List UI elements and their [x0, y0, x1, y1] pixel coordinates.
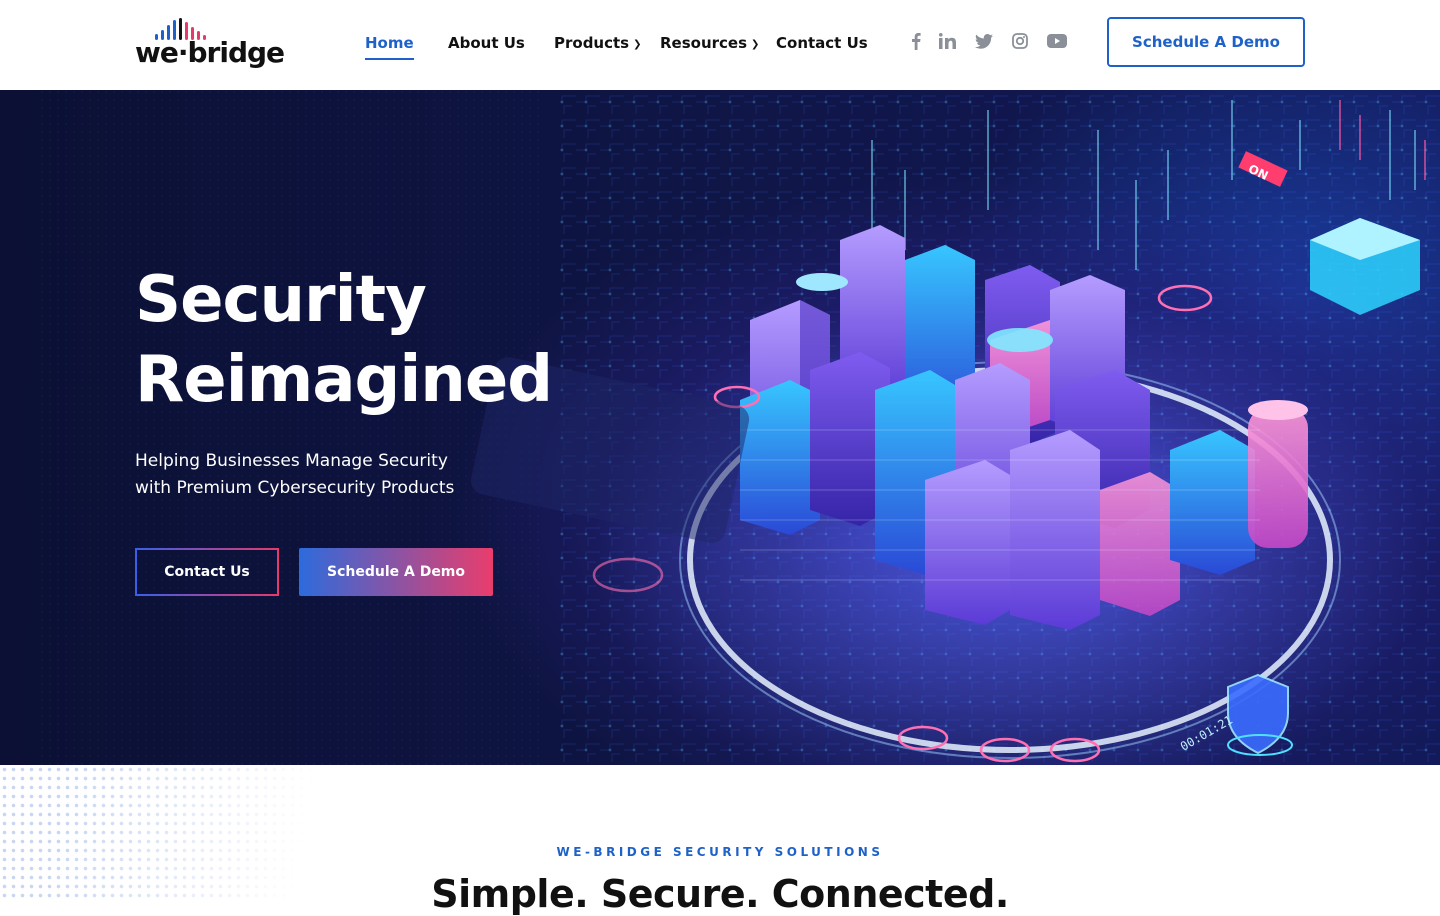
- hero-title-line2: Reimagined: [135, 343, 553, 417]
- nav-home[interactable]: Home: [365, 32, 414, 60]
- schedule-demo-button[interactable]: Schedule A Demo: [299, 548, 493, 596]
- hero-subtitle-line2: with Premium Cybersecurity Products: [135, 478, 455, 498]
- chevron-down-icon: ❯: [633, 38, 642, 50]
- nav-products[interactable]: Products ❯: [554, 32, 642, 54]
- section-eyebrow: WE-BRIDGE SECURITY SOLUTIONS: [556, 845, 884, 859]
- hero-section: ON 00:01:21 Security Reimagined Helping …: [0, 90, 1440, 765]
- hero-subtitle: Helping Businesses Manage Security with …: [135, 448, 535, 502]
- instagram-icon[interactable]: [1009, 30, 1031, 52]
- nav-resources[interactable]: Resources ❯: [660, 32, 759, 54]
- nav-contact[interactable]: Contact Us: [776, 32, 868, 54]
- cyber-city-illustration: ON 00:01:21: [40, 90, 1440, 765]
- chevron-down-icon: ❯: [751, 38, 760, 50]
- nav-contact-label: Contact Us: [776, 34, 868, 52]
- hero-title: Security Reimagined: [135, 260, 655, 420]
- contact-us-button[interactable]: Contact Us: [135, 548, 279, 596]
- hero-title-line1: Security: [135, 263, 427, 337]
- facebook-icon[interactable]: [905, 30, 927, 52]
- nav-resources-label: Resources: [660, 34, 748, 52]
- linkedin-icon[interactable]: [937, 30, 959, 52]
- schedule-demo-header-button[interactable]: Schedule A Demo: [1107, 17, 1305, 67]
- nav-home-label: Home: [365, 34, 414, 52]
- nav-about-label: About Us: [448, 34, 525, 52]
- hero-subtitle-line1: Helping Businesses Manage Security: [135, 451, 448, 471]
- nav-products-label: Products: [554, 34, 630, 52]
- nav-about[interactable]: About Us: [448, 32, 525, 54]
- youtube-icon[interactable]: [1046, 30, 1068, 52]
- site-header: we·bridge Home About Us Products ❯ Resour…: [0, 0, 1440, 90]
- section-title: Simple. Secure. Connected.: [431, 872, 1009, 916]
- twitter-icon[interactable]: [973, 30, 995, 52]
- logo[interactable]: we·bridge: [135, 18, 285, 70]
- logo-text: we·bridge: [135, 36, 285, 69]
